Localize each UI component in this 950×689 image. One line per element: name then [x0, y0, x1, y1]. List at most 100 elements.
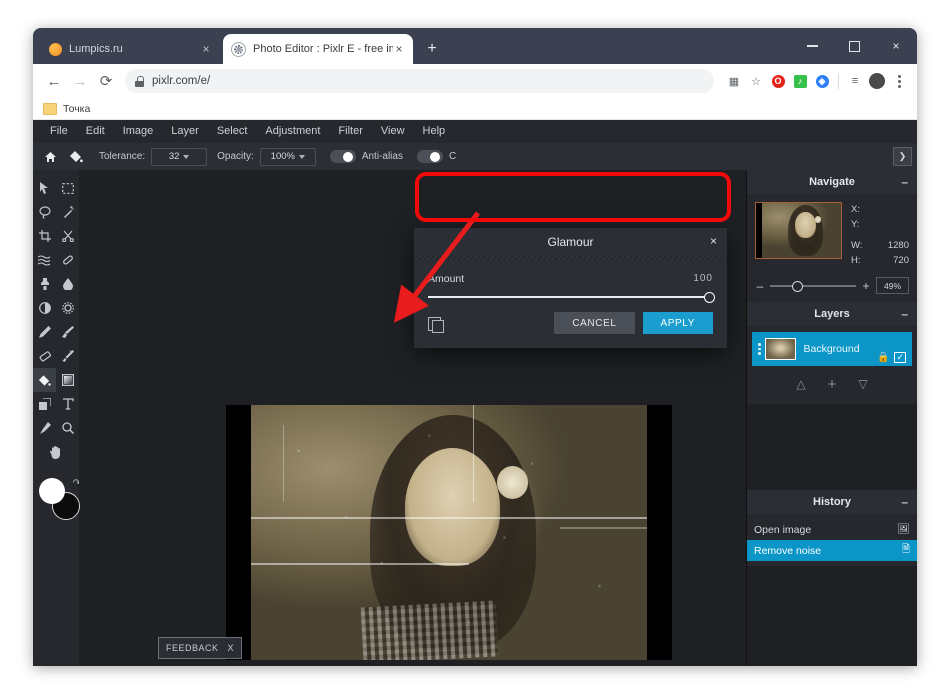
text-tool[interactable]	[56, 392, 79, 416]
lasso-select-tool[interactable]	[33, 200, 56, 224]
new-tab-button[interactable]: +	[423, 40, 441, 58]
h-value: 720	[869, 253, 909, 268]
navigate-panel-body: X: Y: W:1280 H:720 – + 49%	[747, 194, 917, 302]
blur-tool[interactable]	[56, 272, 79, 296]
reading-list-icon[interactable]: ≡	[845, 71, 865, 91]
dialog-title: Glamour	[547, 235, 593, 249]
apply-button[interactable]: APPLY	[643, 312, 714, 334]
minimize-icon[interactable]: –	[901, 495, 908, 509]
zoom-out-button[interactable]: –	[755, 279, 765, 293]
amount-slider-thumb[interactable]	[704, 292, 715, 303]
zoom-control[interactable]: – + 49%	[755, 277, 909, 294]
tab-strip: Lumpics.ru × Photo Editor : Pixlr E - fr…	[33, 28, 917, 64]
minimize-button[interactable]	[791, 28, 833, 64]
url-text: pixlr.com/e/	[152, 75, 210, 87]
toolbar-divider	[838, 73, 839, 89]
visibility-checkbox[interactable]: ✓	[894, 352, 906, 363]
plus-icon[interactable]: +	[828, 376, 837, 393]
gradient-tool[interactable]	[56, 368, 79, 392]
magic-wand-tool[interactable]	[56, 200, 79, 224]
layers-panel-header: Layers –	[747, 302, 917, 326]
feedback-button[interactable]: FEEDBACK X	[158, 637, 242, 659]
feedback-close-icon[interactable]: X	[228, 643, 235, 653]
pencil-tool[interactable]	[33, 320, 56, 344]
anti-alias-toggle[interactable]	[330, 150, 356, 163]
tolerance-value: 32	[169, 151, 180, 162]
lumpics-favicon-icon	[49, 43, 62, 56]
shape-tool[interactable]	[33, 392, 56, 416]
history-item[interactable]: Open image 🖼	[747, 519, 917, 540]
menu-view[interactable]: View	[372, 120, 414, 143]
menu-image[interactable]: Image	[114, 120, 163, 143]
menu-edit[interactable]: Edit	[77, 120, 114, 143]
cancel-button[interactable]: CANCEL	[554, 312, 634, 334]
marquee-select-tool[interactable]	[56, 176, 79, 200]
crop-tool[interactable]	[33, 224, 56, 248]
menu-layer[interactable]: Layer	[162, 120, 208, 143]
color-swatches[interactable]: ↷	[39, 478, 79, 520]
foreground-color-swatch[interactable]	[39, 478, 65, 504]
chevron-down-icon[interactable]: ▽	[858, 377, 867, 391]
globe-icon[interactable]: ◈	[812, 71, 832, 91]
tab-close-icon[interactable]: ×	[199, 42, 213, 56]
clone-stamp-tool[interactable]	[33, 272, 56, 296]
lock-icon[interactable]: 🔒	[877, 352, 889, 363]
eraser-tool[interactable]	[33, 344, 56, 368]
layer-thumbnail	[765, 338, 796, 360]
zoom-slider-thumb[interactable]	[792, 281, 803, 292]
translate-icon[interactable]: ▦	[724, 71, 744, 91]
hand-tool[interactable]	[33, 440, 79, 464]
brush-tool[interactable]	[56, 320, 79, 344]
bookmark-item[interactable]: Точка	[43, 103, 90, 115]
chevron-up-icon[interactable]: △	[796, 377, 805, 391]
zoom-in-button[interactable]: +	[861, 279, 871, 293]
menu-file[interactable]: File	[41, 120, 77, 143]
bookmark-star-icon[interactable]: ☆	[746, 71, 766, 91]
x-value	[869, 202, 909, 217]
reload-button[interactable]: ⟳	[93, 68, 119, 94]
layer-options-icon[interactable]	[758, 343, 761, 355]
replace-color-tool[interactable]	[56, 344, 79, 368]
image-canvas[interactable]	[226, 405, 672, 660]
browser-tab-lumpics[interactable]: Lumpics.ru ×	[41, 34, 221, 64]
tolerance-input[interactable]: 32	[151, 148, 207, 166]
avatar[interactable]	[867, 71, 887, 91]
liquify-tool[interactable]	[33, 248, 56, 272]
menu-select[interactable]: Select	[208, 120, 257, 143]
menu-filter[interactable]: Filter	[329, 120, 371, 143]
navigator-thumbnail[interactable]	[755, 202, 842, 259]
contiguous-toggle[interactable]	[417, 150, 443, 163]
zoom-tool[interactable]	[56, 416, 79, 440]
expand-panels-button[interactable]: ❯	[893, 147, 912, 166]
history-item[interactable]: Remove noise 🗎	[747, 540, 917, 561]
zoom-value[interactable]: 49%	[876, 277, 909, 294]
layer-item-background[interactable]: Background 🔒 ✓	[752, 332, 912, 366]
layers-panel-body: Background 🔒 ✓ △ + ▽	[747, 326, 917, 404]
close-window-button[interactable]: ×	[875, 28, 917, 64]
browser-menu-icon[interactable]	[889, 71, 909, 91]
menu-adjustment[interactable]: Adjustment	[256, 120, 329, 143]
heal-tool[interactable]	[56, 248, 79, 272]
minimize-icon[interactable]: –	[901, 307, 908, 321]
url-input[interactable]: pixlr.com/e/	[125, 69, 714, 93]
home-icon[interactable]	[37, 143, 63, 170]
browser-tab-pixlr[interactable]: Photo Editor : Pixlr E - free image ×	[223, 34, 413, 64]
music-note-icon[interactable]: ♪	[790, 71, 810, 91]
maximize-button[interactable]	[833, 28, 875, 64]
fill-tool[interactable]	[33, 368, 56, 392]
menu-help[interactable]: Help	[414, 120, 455, 143]
close-icon[interactable]: ×	[710, 234, 717, 248]
detail-tool[interactable]	[56, 296, 79, 320]
tab-close-icon[interactable]: ×	[393, 42, 405, 56]
back-button[interactable]: ←	[41, 68, 67, 94]
minimize-icon[interactable]: –	[901, 175, 908, 189]
zoom-slider[interactable]	[770, 285, 856, 287]
dodge-burn-tool[interactable]	[33, 296, 56, 320]
forward-button[interactable]: →	[67, 68, 93, 94]
color-picker-tool[interactable]	[33, 416, 56, 440]
arrange-tool[interactable]	[33, 176, 56, 200]
opera-icon[interactable]: O	[768, 71, 788, 91]
amount-value: 100	[693, 273, 713, 285]
cutout-tool[interactable]	[56, 224, 79, 248]
opacity-input[interactable]: 100%	[260, 148, 316, 166]
